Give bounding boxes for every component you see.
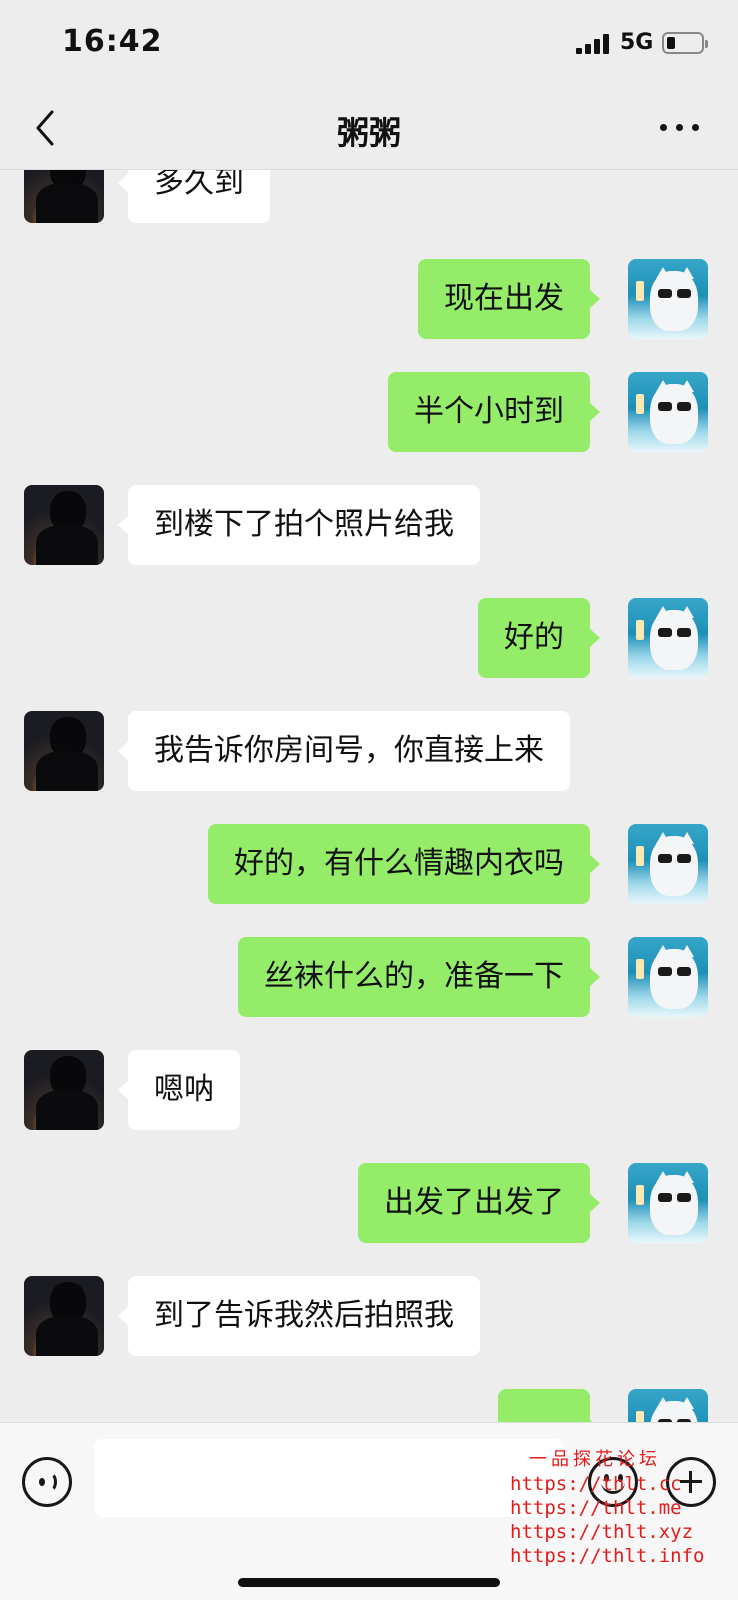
message-bubble[interactable]: 到楼下了拍个照片给我 — [118, 485, 480, 565]
voice-input-button[interactable] — [22, 1457, 72, 1507]
watermark-url: https://thlt.xyz — [510, 1521, 694, 1543]
message-bubble[interactable]: 好的，有什么情趣内衣吗 — [208, 824, 600, 904]
message-bubble[interactable]: 我告诉你房间号，你直接上来 — [118, 711, 570, 791]
message-bubble[interactable] — [498, 1389, 600, 1422]
watermark-url: https://thlt.cc — [510, 1473, 682, 1495]
chat-title: 粥粥 — [336, 114, 401, 152]
watermark-url: https://thlt.me — [510, 1497, 682, 1519]
home-indicator[interactable] — [238, 1578, 500, 1587]
network-type: 5G — [620, 30, 654, 55]
message-text-input[interactable] — [94, 1439, 564, 1517]
my-avatar[interactable] — [628, 1163, 708, 1243]
my-avatar[interactable] — [628, 372, 708, 452]
contact-avatar[interactable] — [24, 711, 104, 791]
my-avatar[interactable] — [628, 1389, 708, 1422]
my-avatar[interactable] — [628, 598, 708, 678]
contact-avatar[interactable] — [24, 1276, 104, 1356]
message-bubble[interactable]: 丝袜什么的，准备一下 — [238, 937, 600, 1017]
message-bubble[interactable]: 到了告诉我然后拍照我 — [118, 1276, 480, 1356]
contact-avatar[interactable] — [24, 485, 104, 565]
watermark: 一品探花论坛 https://thlt.cc https://thlt.me h… — [510, 1448, 705, 1568]
battery-icon — [662, 32, 708, 54]
watermark-url: https://thlt.info — [510, 1545, 705, 1567]
message-list[interactable]: 多久到 现在出发 半个小时到 到楼下了拍个照片给我 好的 我告诉你房间号，你直接… — [0, 170, 738, 1422]
watermark-title: 一品探花论坛 — [529, 1449, 661, 1470]
status-time: 16:42 — [62, 24, 163, 59]
message-bubble[interactable]: 半个小时到 — [388, 372, 600, 452]
message-bubble[interactable]: 出发了出发了 — [358, 1163, 600, 1243]
contact-avatar[interactable] — [24, 170, 104, 223]
message-bubble[interactable]: 嗯呐 — [118, 1050, 240, 1130]
chat-header: 粥粥 — [0, 88, 738, 170]
signal-icon — [576, 34, 612, 54]
more-options-button[interactable] — [660, 124, 700, 134]
message-bubble[interactable]: 现在出发 — [418, 259, 600, 339]
message-bubble[interactable]: 好的 — [478, 598, 600, 678]
status-bar: 16:42 5G — [0, 0, 738, 88]
my-avatar[interactable] — [628, 824, 708, 904]
contact-avatar[interactable] — [24, 1050, 104, 1130]
my-avatar[interactable] — [628, 259, 708, 339]
message-bubble[interactable]: 多久到 — [118, 170, 270, 223]
my-avatar[interactable] — [628, 937, 708, 1017]
